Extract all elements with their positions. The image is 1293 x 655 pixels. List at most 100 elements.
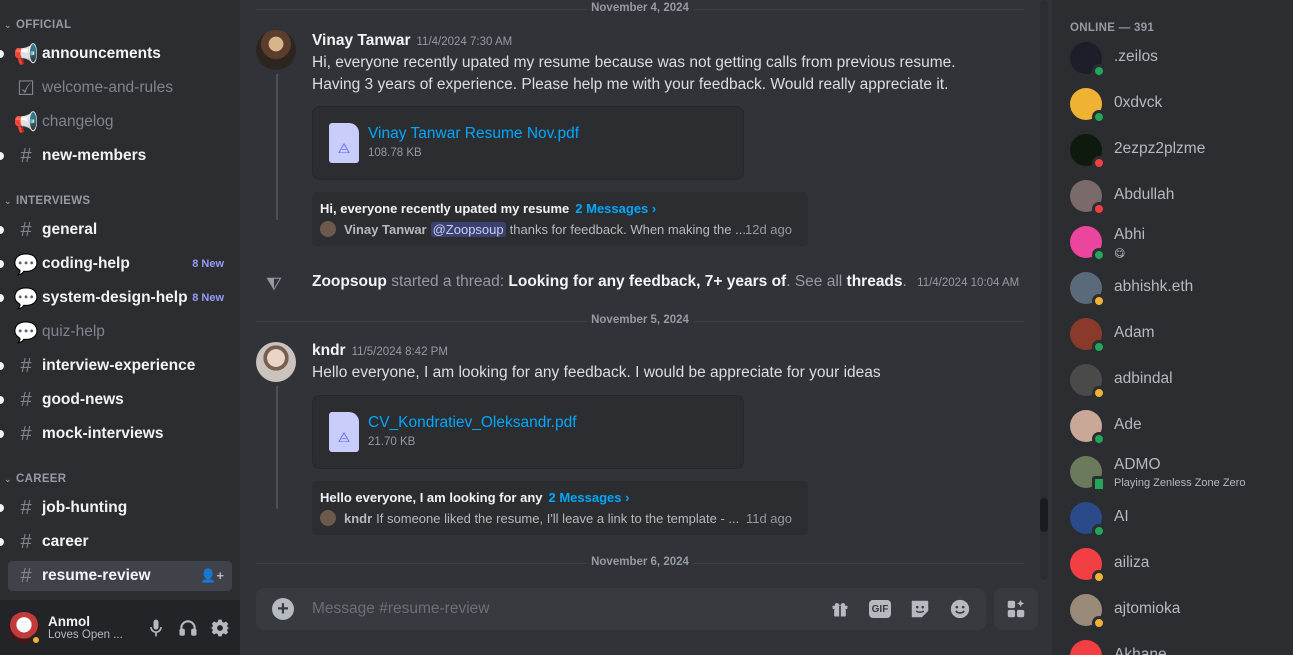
channel-label: mock-interviews	[42, 425, 164, 442]
thread-last-author: kndr	[344, 510, 373, 526]
emoji-icon[interactable]	[948, 597, 972, 621]
member-item[interactable]: Abdullah	[1060, 174, 1286, 218]
member-item[interactable]: 0xdvck	[1060, 82, 1286, 126]
headphones-icon[interactable]	[174, 612, 202, 644]
channel-new-members[interactable]: # new-members	[0, 141, 232, 171]
status-mobile-icon	[1092, 476, 1106, 492]
channel-changelog[interactable]: 📢 changelog	[8, 107, 232, 137]
member-list: ONLINE — 391 .zeilos 0xdvck 2ezpz2plzme Abd…	[1052, 0, 1293, 655]
scrollbar[interactable]	[1040, 0, 1048, 580]
system-actor[interactable]: Zoopsoup	[312, 273, 387, 290]
category-interviews[interactable]: ⌄ INTERVIEWS	[4, 193, 90, 209]
date-label: November 4, 2024	[587, 2, 693, 14]
channel-sidebar: ⌄ OFFICIAL 📢 announcements ☑ welcome-and-ru…	[0, 0, 240, 655]
add-member-icon[interactable]: 👤+	[200, 568, 224, 584]
member-item[interactable]: ADMO Playing Zenless Zone Zero	[1060, 450, 1286, 494]
file-size: 108.78 KB	[368, 147, 422, 159]
member-item[interactable]: 2ezpz2plzme	[1060, 128, 1286, 172]
member-item[interactable]: .zeilos	[1060, 36, 1286, 80]
message-line: Hi, everyone recently upated my resume b…	[312, 54, 956, 71]
scroll-thumb[interactable]	[1040, 498, 1048, 532]
channel-resume-review[interactable]: # resume-review 👤+	[8, 561, 232, 591]
megaphone-icon: 📢	[13, 111, 39, 134]
channel-announcements[interactable]: 📢 announcements	[0, 39, 232, 69]
member-name: Ade	[1114, 416, 1142, 433]
hash-icon: #	[20, 564, 32, 587]
mention[interactable]: @Zoopsoup	[430, 221, 506, 237]
gift-icon[interactable]	[828, 597, 852, 621]
status-online-icon	[1092, 340, 1106, 354]
status-online-icon	[1092, 64, 1106, 78]
channel-quiz-help[interactable]: 💬 quiz-help	[8, 317, 232, 347]
hash-icon: #	[20, 530, 32, 553]
channel-coding-help[interactable]: 💬 coding-help 8 New	[0, 249, 232, 279]
thread-time-ago: 12d ago	[745, 221, 792, 237]
member-item[interactable]: adbindal	[1060, 358, 1286, 402]
avatar[interactable]	[256, 30, 296, 70]
member-item[interactable]: abhishk.eth	[1060, 266, 1286, 310]
add-attachment-icon[interactable]: +	[272, 598, 294, 620]
member-item[interactable]: Adam	[1060, 312, 1286, 356]
message-line: Hello everyone, I am looking for any fee…	[312, 364, 881, 381]
member-item[interactable]: Akhane...	[1060, 634, 1286, 655]
category-career[interactable]: ⌄ CAREER	[4, 471, 66, 487]
thread-time-ago: 11d ago	[745, 510, 792, 526]
system-message-text: Zoopsoup started a thread: Looking for a…	[312, 273, 1019, 291]
thread-count-link[interactable]: 2 Messages ›	[575, 201, 656, 216]
status-dnd-icon	[1092, 156, 1106, 170]
channel-interview-experience[interactable]: # interview-experience	[0, 351, 232, 381]
user-info[interactable]: Anmol Loves Open ...	[48, 614, 138, 641]
member-item[interactable]: Abhi 😋	[1060, 220, 1286, 264]
thread-count-link[interactable]: 2 Messages ›	[549, 490, 630, 505]
gif-icon[interactable]: GIF	[868, 597, 892, 621]
threads-link[interactable]: threads	[847, 273, 903, 290]
status-idle-icon	[1092, 616, 1106, 630]
hash-icon: #	[20, 218, 32, 241]
author-name[interactable]: kndr	[312, 342, 346, 359]
pdf-file-icon: ⨺	[329, 412, 359, 452]
member-name: Abhi	[1114, 226, 1146, 243]
avatar[interactable]	[256, 342, 296, 382]
channel-system-design-help[interactable]: 💬 system-design-help 8 New	[0, 283, 232, 313]
avatar[interactable]	[8, 611, 42, 646]
date-divider: November 6, 2024	[256, 556, 1024, 568]
thread-preview[interactable]: Hi, everyone recently upated my resume 2 …	[312, 192, 808, 246]
sticker-icon[interactable]	[908, 597, 932, 621]
author-name[interactable]: Vinay Tanwar	[312, 32, 411, 49]
gear-icon[interactable]	[206, 612, 234, 644]
status-online-icon	[1092, 248, 1106, 262]
status-online-icon	[1092, 110, 1106, 124]
channel-good-news[interactable]: # good-news	[0, 385, 232, 415]
mic-icon[interactable]	[142, 612, 170, 644]
system-thread-link[interactable]: Looking for any feedback, 7+ years of	[508, 273, 786, 290]
hash-icon: #	[20, 144, 32, 167]
status-online-icon	[1092, 432, 1106, 446]
thread-last-author: Vinay Tanwar	[344, 221, 427, 237]
channel-welcome-and-rules[interactable]: ☑ welcome-and-rules	[8, 73, 232, 103]
member-item[interactable]: Ade	[1060, 404, 1286, 448]
channel-label: changelog	[42, 113, 114, 130]
status-dnd-icon	[1092, 202, 1106, 216]
file-name-link[interactable]: Vinay Tanwar Resume Nov.pdf	[368, 125, 579, 143]
hash-icon: #	[20, 496, 32, 519]
member-name: ailiza	[1114, 554, 1150, 571]
chevron-down-icon: ⌄	[4, 195, 12, 206]
thread-preview[interactable]: Hello everyone, I am looking for any 2 Me…	[312, 481, 808, 535]
apps-icon[interactable]	[994, 588, 1038, 630]
member-name: adbindal	[1114, 370, 1173, 387]
member-name: abhishk.eth	[1114, 278, 1194, 295]
message-input[interactable]	[312, 596, 792, 622]
channel-career[interactable]: # career	[0, 527, 232, 557]
channel-mock-interviews[interactable]: # mock-interviews	[0, 419, 232, 449]
member-item[interactable]: AI	[1060, 496, 1286, 540]
file-attachment: ⨺ Vinay Tanwar Resume Nov.pdf 108.78 KB	[312, 106, 744, 180]
file-attachment: ⨺ CV_Kondratiev_Oleksandr.pdf 21.70 KB	[312, 395, 744, 469]
member-item[interactable]: ailiza	[1060, 542, 1286, 586]
channel-general[interactable]: # general	[0, 215, 232, 245]
category-label: CAREER	[16, 473, 67, 485]
category-official[interactable]: ⌄ OFFICIAL	[4, 17, 71, 33]
channel-job-hunting[interactable]: # job-hunting	[0, 493, 232, 523]
member-item[interactable]: ajtomioka	[1060, 588, 1286, 632]
file-name-link[interactable]: CV_Kondratiev_Oleksandr.pdf	[368, 414, 577, 432]
member-name: .zeilos	[1114, 48, 1158, 65]
